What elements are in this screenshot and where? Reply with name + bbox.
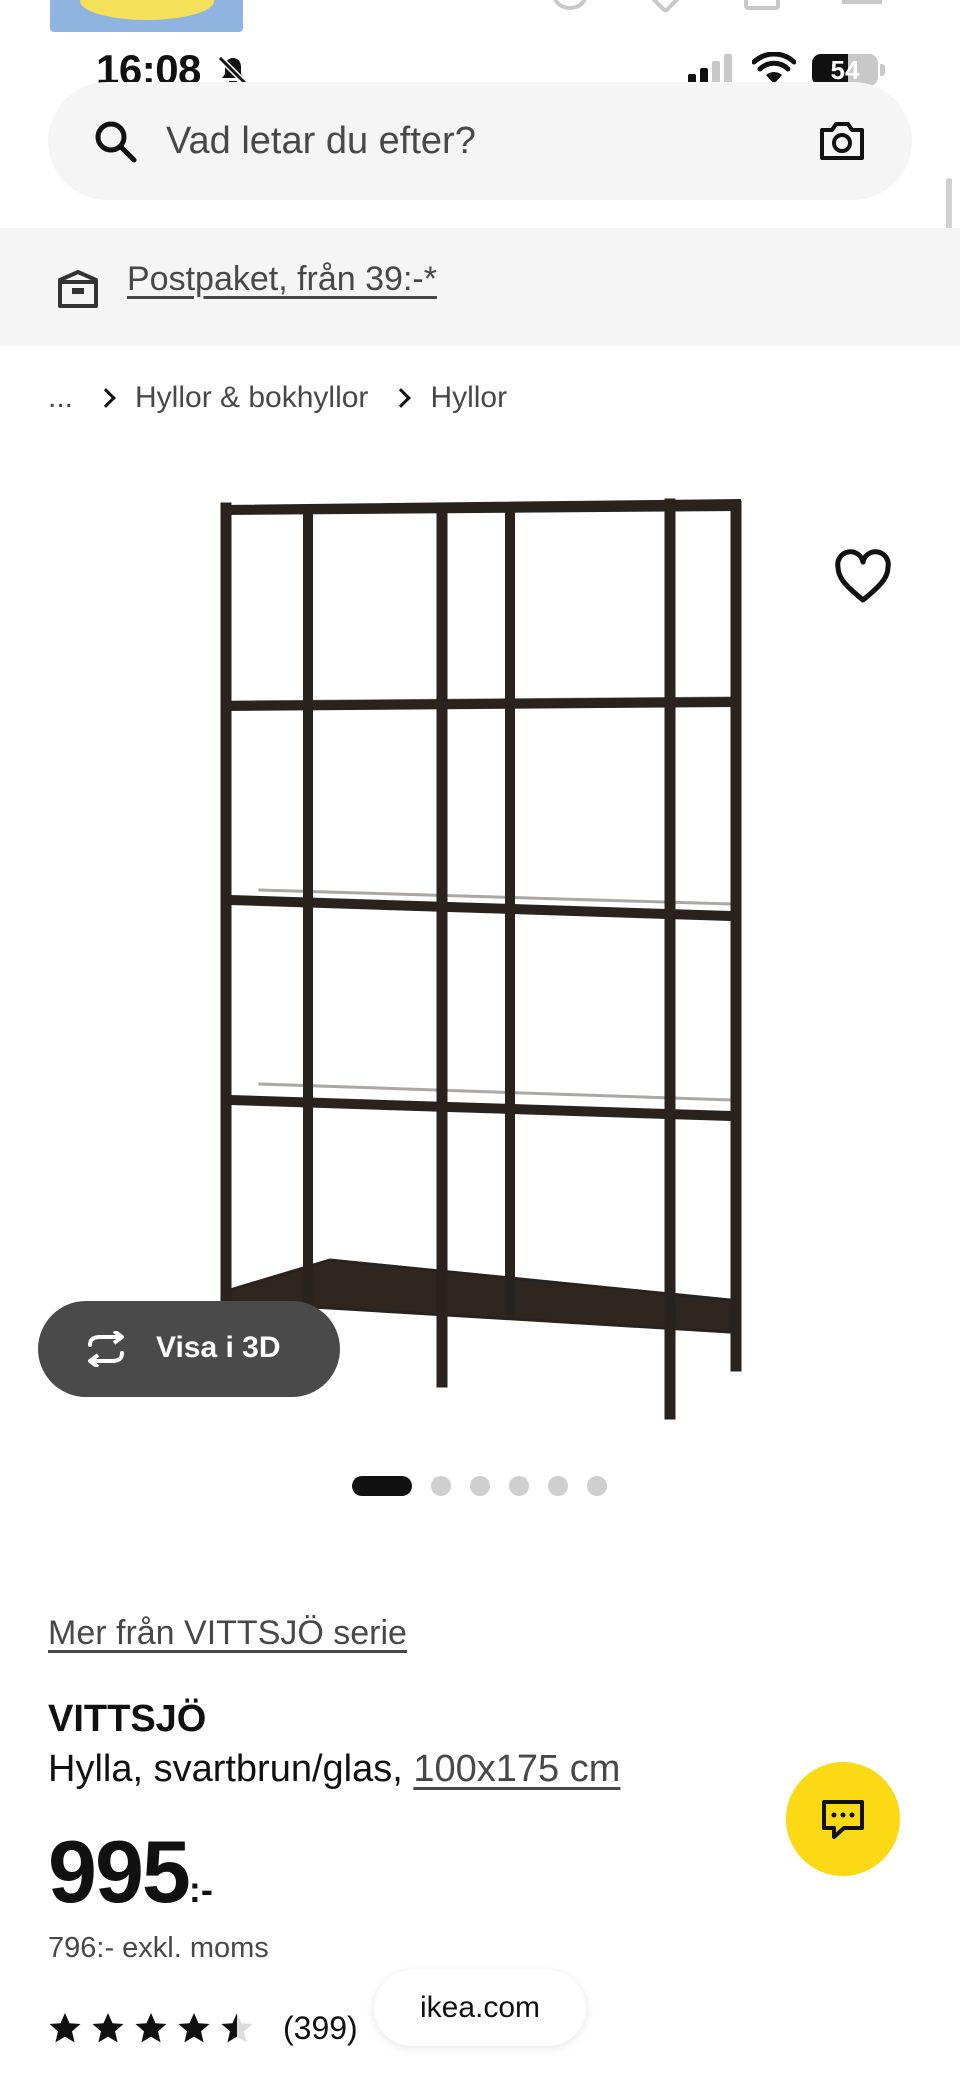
view-3d-label: Visa i 3D <box>156 1331 281 1364</box>
camera-icon[interactable] <box>818 118 866 162</box>
breadcrumb-ellipsis[interactable]: ... <box>48 381 73 415</box>
carousel-dot[interactable] <box>548 1476 568 1496</box>
favorite-button[interactable] <box>832 548 894 606</box>
rating-stars <box>48 2011 263 2045</box>
product-name: VITTSJÖ <box>48 1698 207 1740</box>
wifi-icon <box>752 52 796 84</box>
rating-count: (399) <box>283 2009 358 2046</box>
product-type: Hylla, svartbrun/glas, <box>48 1748 414 1790</box>
rotate-3d-icon <box>88 1331 124 1367</box>
star-icon <box>49 2013 81 2043</box>
cellular-signal-icon <box>688 54 732 84</box>
product-image[interactable] <box>200 480 760 1440</box>
rating[interactable]: (399) <box>48 2006 358 2050</box>
product-price: 995:- <box>48 1822 213 1940</box>
header-remnant <box>0 0 960 40</box>
carousel-dot[interactable] <box>470 1476 490 1496</box>
carousel-dot[interactable] <box>509 1476 529 1496</box>
breadcrumb-hyllor[interactable]: Hyllor <box>430 381 507 415</box>
price-excl-vat: 796:- exkl. moms <box>48 1932 269 1964</box>
carousel-dot[interactable] <box>352 1476 412 1496</box>
series-link[interactable]: Mer från VITTSJÖ serie <box>48 1614 407 1653</box>
star-icon <box>135 2013 167 2043</box>
product-size-link[interactable]: 100x175 cm <box>413 1748 620 1790</box>
view-3d-button[interactable]: Visa i 3D <box>38 1301 340 1397</box>
star-icon <box>92 2013 124 2043</box>
carousel-dot[interactable] <box>587 1476 607 1496</box>
profile-icon[interactable] <box>552 0 588 10</box>
chat-button[interactable] <box>786 1762 900 1876</box>
product-description: Hylla, svartbrun/glas, 100x175 cm <box>48 1748 620 1791</box>
chat-icon <box>822 1800 864 1839</box>
price-main: 995 <box>48 1822 191 1921</box>
heart-icon <box>835 549 891 603</box>
search-bar <box>48 82 912 200</box>
star-icon <box>178 2013 210 2043</box>
ikea-logo[interactable] <box>50 0 243 32</box>
battery-nub <box>880 64 885 76</box>
browser-url-pill[interactable]: ikea.com <box>374 1970 586 2046</box>
breadcrumb: ... Hyllor & bokhyllor Hyllor <box>48 376 507 420</box>
chevron-right-icon <box>96 388 116 408</box>
star-icon <box>221 2013 253 2043</box>
delivery-banner: Postpaket, från 39:-* <box>0 228 960 346</box>
chevron-right-icon <box>391 388 412 408</box>
price-suffix: :- <box>188 1869 213 1910</box>
delivery-link[interactable]: Postpaket, från 39:-* <box>127 260 437 299</box>
cart-icon[interactable] <box>744 0 780 10</box>
box-icon <box>58 270 98 308</box>
search-input[interactable] <box>166 110 746 172</box>
search-icon[interactable] <box>92 118 138 164</box>
breadcrumb-hyllor-bokhyllor[interactable]: Hyllor & bokhyllor <box>135 381 368 415</box>
favorites-icon[interactable] <box>639 0 689 15</box>
menu-icon[interactable] <box>842 0 882 4</box>
carousel-dot[interactable] <box>431 1476 451 1496</box>
